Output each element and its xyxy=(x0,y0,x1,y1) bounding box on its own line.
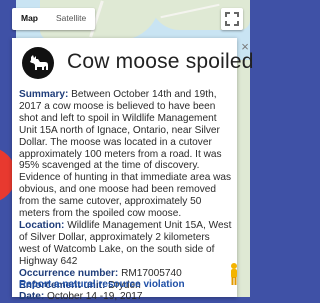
location-label: Location: xyxy=(19,219,65,231)
popup-body: Summary: Between October 14th and 19th, … xyxy=(19,89,233,303)
occurrence-label: Occurrence number: xyxy=(19,267,119,279)
moose-icon xyxy=(22,47,54,79)
fullscreen-button[interactable] xyxy=(221,8,243,30)
satellite-button[interactable]: Satellite xyxy=(47,8,95,30)
summary-text: Between October 14th and 19th, 2017 a co… xyxy=(19,89,232,220)
report-violation-link[interactable]: Report a natural resource violation xyxy=(19,279,185,290)
info-popup: Cow moose spoiled Summary: Between Octob… xyxy=(12,38,253,302)
fullscreen-icon xyxy=(225,12,239,26)
map-button[interactable]: Map xyxy=(12,8,47,30)
popup-header: Cow moose spoiled xyxy=(22,46,253,82)
map-type-control: Map Satellite xyxy=(12,8,96,30)
popup-title: Cow moose spoiled xyxy=(67,50,254,73)
pegman-icon[interactable] xyxy=(229,262,239,286)
close-icon[interactable]: × xyxy=(240,40,250,53)
summary-label: Summary: xyxy=(19,89,69,100)
occurrence-number: RM17005740 xyxy=(118,267,182,279)
